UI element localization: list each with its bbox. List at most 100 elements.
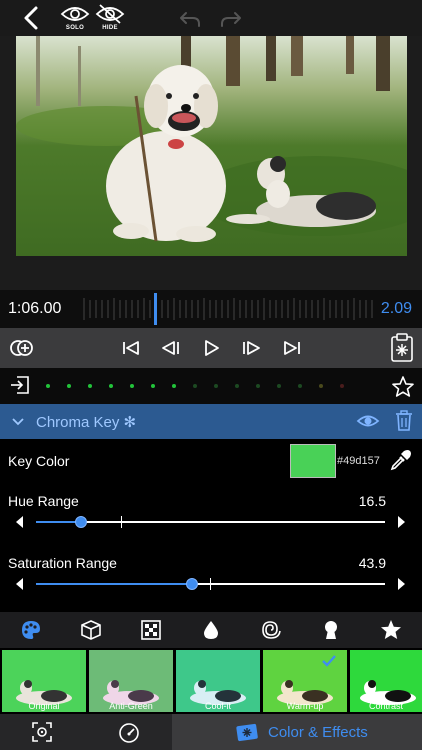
keyframe-strip <box>0 368 422 404</box>
play-button[interactable] <box>198 336 224 360</box>
tab-color-effects-label: Color & Effects <box>268 724 368 741</box>
hide-label: HIDE <box>102 25 118 31</box>
hue-range-value: 16.5 <box>358 493 386 509</box>
preset-anti-green[interactable]: Anti-Green <box>89 650 173 712</box>
playhead[interactable] <box>154 293 157 325</box>
eyedropper-icon <box>390 450 411 471</box>
timecode: 1:06.00 <box>8 300 62 317</box>
add-keyframe-icon <box>10 340 33 356</box>
cube-icon[interactable] <box>80 619 102 641</box>
trash-icon <box>396 410 412 431</box>
keyhole-icon[interactable] <box>320 619 342 641</box>
skip-forward-icon <box>284 341 300 355</box>
redo-button[interactable] <box>219 9 243 29</box>
undo-icon <box>180 12 200 27</box>
hide-button[interactable]: HIDE <box>92 4 128 34</box>
hue-increment-icon[interactable] <box>398 516 405 528</box>
preset-original[interactable]: Original <box>2 650 86 712</box>
eye-icon <box>60 7 90 21</box>
meter-dot <box>172 384 176 388</box>
preview-image <box>16 36 407 256</box>
key-color-label: Key Color <box>8 453 70 469</box>
play-icon <box>205 340 219 356</box>
key-color-hex: #49d157 <box>337 455 380 467</box>
next-frame-button[interactable] <box>238 336 264 360</box>
saturation-range-label: Saturation Range <box>8 555 117 571</box>
meter-dot <box>88 384 92 388</box>
tab-frame[interactable] <box>31 721 53 743</box>
redo-icon <box>221 12 241 27</box>
preset-warm-up[interactable]: Warm-up <box>263 650 347 712</box>
meter-dot <box>130 384 134 388</box>
video-preview[interactable] <box>16 36 407 256</box>
timeline-strip[interactable] <box>0 290 422 328</box>
checkmark-icon <box>322 655 336 667</box>
go-to-end-button[interactable] <box>279 336 305 360</box>
preset-label: Original <box>28 701 60 711</box>
star-outline-icon <box>392 376 414 397</box>
preset-label: Contrast <box>368 701 403 711</box>
hue-range-thumb[interactable] <box>75 516 87 528</box>
chevron-down-icon <box>12 418 24 426</box>
back-button[interactable] <box>18 4 44 32</box>
star-icon[interactable] <box>380 619 402 641</box>
hue-range-label: Hue Range <box>8 493 79 509</box>
undo-button[interactable] <box>178 9 202 29</box>
saturation-range-value: 43.9 <box>358 555 386 571</box>
step-back-icon <box>162 341 179 355</box>
favorite-button[interactable] <box>391 375 415 399</box>
meter-dot <box>319 384 323 388</box>
eyedropper-button[interactable] <box>389 448 413 472</box>
meter-dot <box>151 384 155 388</box>
color-effects-icon <box>236 722 260 742</box>
saturation-range-fill <box>36 583 191 585</box>
tab-speed[interactable] <box>117 721 141 743</box>
previous-frame-button[interactable] <box>158 336 184 360</box>
collapse-button[interactable] <box>11 415 25 427</box>
chevron-left-icon <box>24 6 38 30</box>
meter-dot <box>256 384 260 388</box>
preset-label: Warm-up <box>286 701 324 711</box>
speedometer-icon <box>119 723 139 743</box>
saturation-decrement-icon[interactable] <box>16 578 23 590</box>
clipboard-button[interactable] <box>390 333 414 363</box>
clip-duration[interactable]: 2.09 <box>381 300 412 318</box>
timeline-ruler <box>83 293 373 325</box>
import-icon <box>11 376 29 394</box>
add-keyframe-button[interactable] <box>8 336 36 360</box>
key-color-swatch[interactable] <box>290 444 336 478</box>
meter-dot <box>46 384 50 388</box>
saturation-default-tick <box>210 578 211 590</box>
meter-dot <box>277 384 281 388</box>
step-forward-icon <box>243 341 260 355</box>
palette-icon[interactable] <box>20 619 42 641</box>
delete-effect-button[interactable] <box>395 410 413 432</box>
import-button[interactable] <box>9 374 31 396</box>
eye-icon <box>356 415 380 427</box>
meter-dot <box>67 384 71 388</box>
hue-range-track[interactable] <box>36 521 385 523</box>
effect-title: Chroma Key ✻ <box>36 414 137 431</box>
effect-visibility-toggle[interactable] <box>356 411 380 431</box>
meter-dot <box>340 384 344 388</box>
preset-label: Cool-it <box>204 701 231 711</box>
eye-slash-icon <box>95 4 125 24</box>
solo-button[interactable]: SOLO <box>57 4 93 34</box>
saturation-increment-icon[interactable] <box>398 578 405 590</box>
grid-icon[interactable] <box>140 619 162 641</box>
saturation-range-thumb[interactable] <box>186 578 198 590</box>
skip-back-icon <box>123 341 139 355</box>
meter-dot <box>193 384 197 388</box>
meter-dot <box>235 384 239 388</box>
spiral-icon[interactable] <box>260 619 282 641</box>
go-to-start-button[interactable] <box>118 336 144 360</box>
preset-cool-it[interactable]: Cool-it <box>176 650 260 712</box>
meter-dot <box>109 384 113 388</box>
crop-frame-icon <box>32 722 52 742</box>
hue-decrement-icon[interactable] <box>16 516 23 528</box>
clipboard-icon <box>391 333 413 362</box>
meter-dot <box>214 384 218 388</box>
drop-icon[interactable] <box>200 619 222 641</box>
solo-label: SOLO <box>65 25 85 31</box>
preset-contrast[interactable]: Contrast <box>350 650 422 712</box>
